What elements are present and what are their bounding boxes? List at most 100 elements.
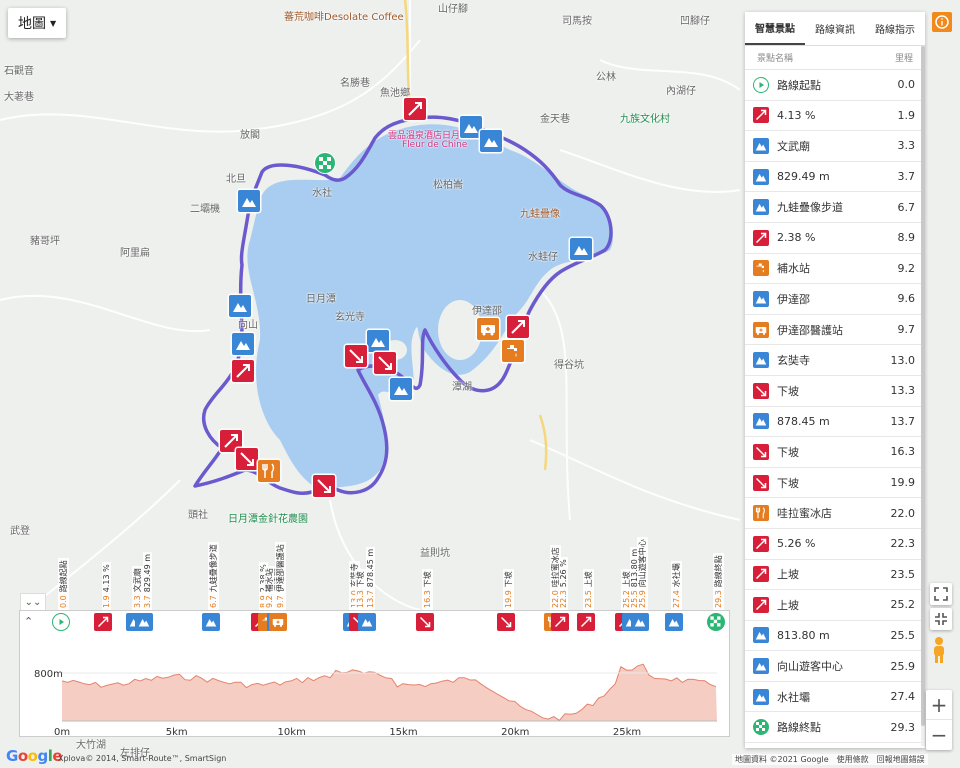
waypoint-distance: 27.4 — [890, 690, 916, 704]
panel-scrollbar[interactable] — [921, 46, 925, 746]
mountain-icon — [755, 632, 767, 640]
route-finish-marker[interactable] — [314, 152, 336, 174]
report-error-link[interactable]: 回報地圖錯誤 — [877, 754, 925, 765]
steep-down-icon — [349, 349, 363, 363]
steep-down-marker[interactable] — [345, 345, 367, 367]
scrollbar-thumb[interactable] — [921, 46, 925, 726]
waypoint-panel: 智慧景點 路線資訊 路線指示 景點名稱 里程 路線起點 0.0 4.13 % 1.9 文… — [745, 12, 925, 748]
map-label: 石觀音 — [4, 66, 34, 77]
waypoint-row[interactable]: 下坡 16.3 — [745, 437, 925, 468]
scenic-marker[interactable] — [570, 238, 592, 260]
mountain-icon — [753, 168, 769, 185]
map-label: 得谷坑 — [554, 360, 584, 371]
fit-route-button[interactable] — [930, 608, 952, 630]
waypoint-name: 玄奘寺 — [777, 354, 810, 368]
terms-link[interactable]: 使用條款 — [837, 754, 869, 765]
waypoint-row[interactable]: 文武廟 3.3 — [745, 131, 925, 162]
waypoint-row[interactable]: 路線起點 0.0 — [745, 70, 925, 101]
mountain-icon — [233, 303, 247, 312]
mountain-icon — [753, 199, 769, 216]
scenic-marker[interactable] — [480, 130, 502, 152]
street-view-pegman[interactable] — [928, 636, 950, 664]
mountain-icon — [484, 138, 498, 147]
tab-smart-poi[interactable]: 智慧景點 — [745, 12, 805, 45]
steep-down-icon — [378, 356, 392, 370]
fullscreen-button[interactable] — [930, 583, 952, 605]
waypoint-row[interactable]: 上坡 23.5 — [745, 560, 925, 591]
steep-up-marker[interactable] — [404, 98, 426, 120]
scenic-marker[interactable] — [232, 333, 254, 355]
profile-marker[interactable] — [268, 613, 287, 631]
profile-marker[interactable] — [664, 613, 683, 631]
profile-marker[interactable] — [201, 613, 220, 631]
profile-marker[interactable] — [630, 613, 649, 631]
profile-marker[interactable] — [94, 613, 113, 631]
steep-up-marker[interactable] — [507, 316, 529, 338]
mountain-icon — [753, 688, 769, 705]
water-marker[interactable] — [502, 340, 524, 362]
steep-up-icon — [511, 320, 525, 334]
scenic-marker[interactable] — [460, 116, 482, 138]
profile-marker[interactable] — [358, 613, 377, 631]
waypoint-row[interactable]: 補水站 9.2 — [745, 254, 925, 285]
waypoint-row[interactable]: 上坡 25.2 — [745, 590, 925, 621]
map-label: 北旦 — [226, 174, 246, 185]
map-type-button[interactable]: 地圖 ▼ — [8, 8, 67, 38]
profile-collapse-button[interactable]: ⌄⌄ — [20, 593, 46, 611]
google-logo[interactable]: Google — [6, 747, 63, 765]
steep-down-marker[interactable] — [236, 448, 258, 470]
x-ticks: 0m 5km 10km 15km 20km 25km — [54, 727, 641, 738]
scenic-marker[interactable] — [229, 295, 251, 317]
waypoint-row[interactable]: 4.13 % 1.9 — [745, 101, 925, 132]
profile-waypoint-label: 13.7878.45 m — [366, 546, 376, 610]
waypoint-distance: 9.7 — [897, 323, 916, 337]
waypoint-row[interactable]: 九蛙疊像步道 6.7 — [745, 192, 925, 223]
profile-marker[interactable] — [707, 613, 725, 631]
x-tick-label: 15km — [389, 727, 417, 738]
scenic-marker[interactable] — [238, 190, 260, 212]
scenic-marker[interactable] — [367, 330, 389, 352]
steep-up-icon — [236, 364, 250, 378]
waypoint-row[interactable]: 伊達邵醫護站 9.7 — [745, 315, 925, 346]
map-label: 頭社 — [188, 510, 208, 521]
profile-marker[interactable] — [550, 613, 569, 631]
waypoint-row[interactable]: 878.45 m 13.7 — [745, 407, 925, 438]
waypoint-row[interactable]: 829.49 m 3.7 — [745, 162, 925, 193]
map-label: 內湖仔 — [666, 86, 696, 97]
mountain-icon — [755, 418, 767, 426]
scenic-marker[interactable] — [390, 378, 412, 400]
steep-down-marker[interactable] — [313, 475, 335, 497]
waypoint-row[interactable]: 5.26 % 22.3 — [745, 529, 925, 560]
steep-up-icon — [753, 596, 769, 613]
tab-directions[interactable]: 路線指示 — [865, 12, 925, 45]
waypoint-row[interactable]: 伊達邵 9.6 — [745, 284, 925, 315]
waypoint-row[interactable]: 水社壩 27.4 — [745, 682, 925, 713]
tab-route-info[interactable]: 路線資訊 — [805, 12, 865, 45]
steep-up-marker[interactable] — [232, 360, 254, 382]
waypoint-row[interactable]: 哇拉蜜冰店 22.0 — [745, 498, 925, 529]
steep-down-icon — [753, 443, 769, 460]
map-label: 伊達邵 — [472, 306, 502, 317]
waypoint-row[interactable]: 玄奘寺 13.0 — [745, 345, 925, 376]
waypoint-row[interactable]: 2.38 % 8.9 — [745, 223, 925, 254]
waypoint-row[interactable]: 下坡 13.3 — [745, 376, 925, 407]
waypoint-row[interactable]: 813.80 m 25.5 — [745, 621, 925, 652]
waypoint-row[interactable]: 向山遊客中心 25.9 — [745, 651, 925, 682]
medical-marker[interactable] — [477, 318, 499, 340]
profile-marker[interactable] — [416, 613, 435, 631]
profile-marker[interactable] — [577, 613, 596, 631]
waypoint-distance: 25.2 — [890, 598, 916, 612]
map-type-label: 地圖 — [18, 16, 46, 32]
food-marker[interactable] — [258, 460, 280, 482]
waypoint-row[interactable]: 路線終點 29.3 — [745, 712, 925, 744]
zoom-out-button[interactable]: − — [926, 720, 952, 750]
info-button[interactable] — [932, 12, 952, 32]
steep-down-marker[interactable] — [374, 352, 396, 374]
zoom-in-button[interactable]: + — [926, 690, 952, 720]
profile-marker[interactable] — [52, 613, 70, 631]
waypoint-name: 下坡 — [777, 445, 799, 459]
profile-marker[interactable] — [496, 613, 515, 631]
chevron-up-icon[interactable]: ⌃ — [24, 615, 33, 628]
waypoint-row[interactable]: 下坡 19.9 — [745, 468, 925, 499]
profile-marker[interactable] — [134, 613, 153, 631]
